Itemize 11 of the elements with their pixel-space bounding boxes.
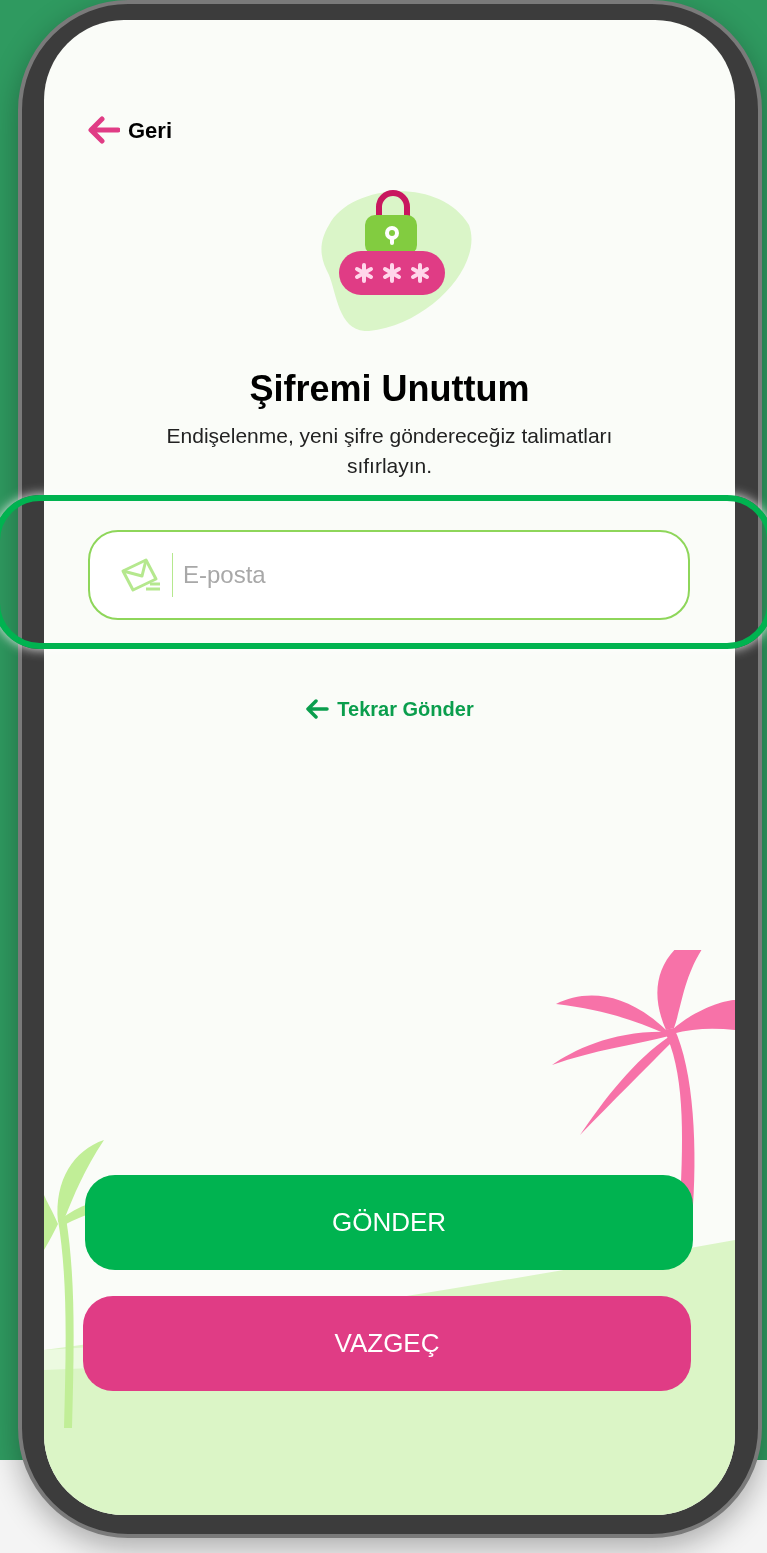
email-input[interactable]: E-posta [183, 557, 688, 593]
envelope-icon [120, 557, 162, 593]
arrow-left-icon [88, 116, 120, 144]
arrow-left-icon [305, 699, 330, 719]
cancel-button[interactable]: VAZGEÇ [83, 1296, 691, 1391]
submit-button[interactable]: GÖNDER [85, 1175, 693, 1270]
back-link[interactable]: Geri [88, 116, 173, 144]
subtitle-text: Endişelenme, yeni şifre göndereceğiz talimatları sıfırlayın. [165, 423, 614, 479]
resend-link[interactable]: Tekrar Gönder [305, 697, 474, 721]
email-field[interactable]: E-posta [88, 530, 690, 620]
page-title: Şifremi Unuttum [249, 367, 530, 411]
